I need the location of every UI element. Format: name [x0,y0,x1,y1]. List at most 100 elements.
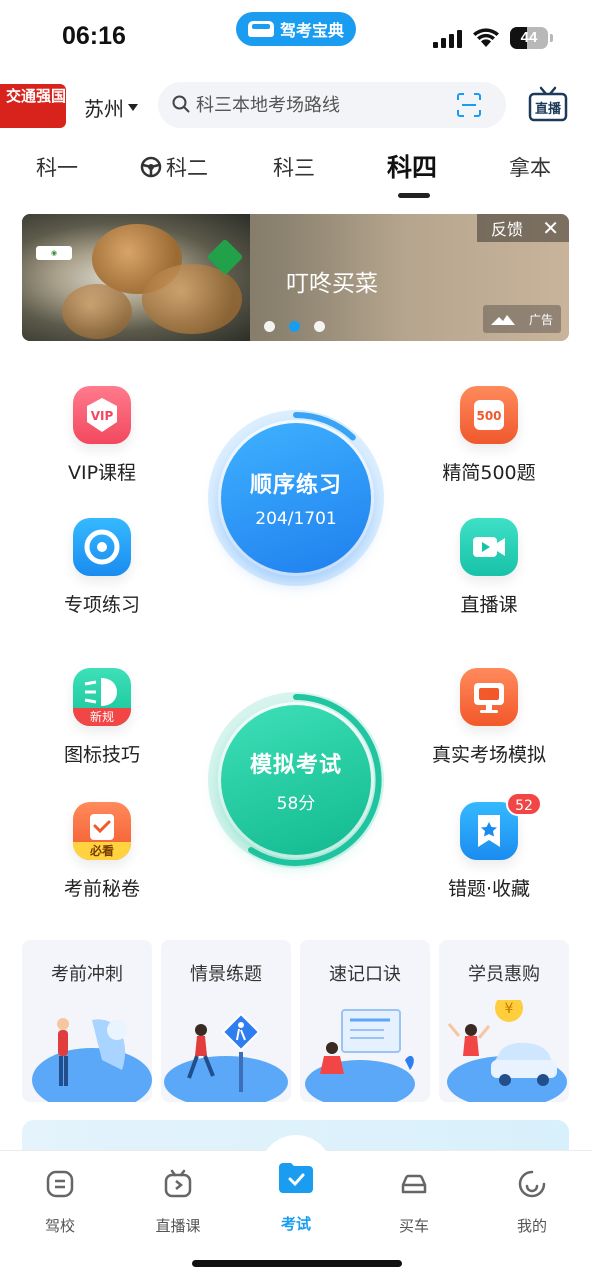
card-title: 考前冲刺 [51,964,123,985]
sprint-illustration [32,1018,152,1102]
tab-ke3[interactable]: 科三 [273,152,315,182]
card-title: 学员惠购 [468,964,540,985]
card-student-discount[interactable]: 学员惠购 ¥ [439,940,569,1102]
scan-icon[interactable] [456,92,482,118]
pagination-dot-active[interactable] [289,321,300,332]
exam-title: 模拟考试 [249,752,342,778]
banner-logo: ◉ [36,246,72,260]
exam-folder-check-icon [279,1163,313,1193]
nav-buy-car[interactable]: 买车 [364,1169,464,1236]
card-scenario-practice[interactable]: 情景练题 [161,940,291,1102]
sequential-practice-button[interactable]: 顺序练习 204/1701 [206,408,386,588]
app-indicator-pill[interactable]: 驾考宝典 [236,12,356,46]
search-input[interactable] [196,82,446,128]
driving-school-icon [46,1170,74,1198]
vip-badge-icon: VIP [73,386,131,444]
subject-tabs: 科一 科二 科三 科四 拿本 [0,140,592,200]
banner-crab-photo: ◉ [22,214,250,341]
new-rule-badge: 新规 [73,708,131,726]
feature-label: 真实考场模拟 [431,744,546,766]
headlight-icon: 新规 [73,668,131,726]
exam-score: 58分 [276,793,316,814]
nav-label: 驾校 [44,1217,75,1235]
city-label: 苏州 [84,97,124,121]
nav-label: 考试 [280,1215,311,1233]
close-icon[interactable]: ✕ [542,216,559,240]
tab-label: 拿本 [509,156,551,180]
status-time: 06:16 [62,22,126,50]
tab-label: 科一 [36,156,78,180]
500-questions-icon: 500 [460,386,518,444]
banner-pagination [264,321,325,332]
tab-ke2[interactable]: 科二 [140,152,208,182]
feature-icon-tips[interactable]: 新规 图标技巧 [32,668,172,767]
feature-zhuanxiang[interactable]: 专项练习 [32,518,172,617]
caret-down-icon [128,104,138,111]
tab-label: 科四 [387,153,438,182]
smile-profile-icon [518,1170,546,1198]
tab-naben[interactable]: 拿本 [509,152,551,182]
card-memory-formula[interactable]: 速记口诀 [300,940,430,1102]
feature-vip-course[interactable]: VIP VIP课程 [32,386,172,485]
ad-label: 广告 [528,312,553,327]
nav-driving-school[interactable]: 驾校 [10,1169,110,1236]
search-bar[interactable] [158,82,506,128]
battery-level: 44 [520,29,538,46]
feature-label: 图标技巧 [63,744,140,766]
practice-title: 顺序练习 [249,473,342,498]
feature-label: VIP课程 [67,462,137,484]
wrong-count-badge: 52 [506,792,542,816]
banner-title: 叮咚买菜 [286,271,378,297]
practice-inner: 顺序练习 204/1701 [221,423,371,573]
nav-exam[interactable]: 考试 [246,1163,346,1234]
search-icon [172,95,190,113]
ad-banner[interactable]: ◉ 叮咚买菜 反馈 ✕ 广告 [22,214,569,341]
battery-icon: 44 [510,27,553,49]
brand-badge[interactable]: 交通强国 [0,84,66,128]
feature-live-course[interactable]: 直播课 [419,518,559,617]
car-icon [247,21,274,37]
wifi-icon [473,28,499,47]
pagination-dot[interactable] [264,321,275,332]
banner-feedback[interactable]: 反馈 ✕ [477,214,569,242]
feature-real-exam-sim[interactable]: 真实考场模拟 [419,668,559,767]
tab-active-indicator [398,193,430,198]
car-discount-illustration: ¥ [447,1000,567,1102]
card-exam-sprint[interactable]: 考前冲刺 [22,940,152,1102]
status-bar: 06:16 驾考宝典 44 [0,0,592,62]
live-icon-label: 直播 [535,101,562,117]
feature-jingjian-500[interactable]: 500 精简500题 [419,386,559,485]
svg-text:¥: ¥ [505,1001,514,1017]
header: 交通强国 苏州 直播 [0,80,592,130]
mountain-logo-icon [491,315,515,325]
city-selector[interactable]: 苏州 [84,93,138,122]
must-see-badge: 必看 [73,842,131,860]
nav-live-course[interactable]: 直播课 [128,1169,228,1236]
svg-text:VIP: VIP [91,409,114,423]
signal-icon [433,30,463,48]
exam-inner: 模拟考试 58分 [221,705,371,855]
car-icon [401,1174,427,1194]
home-indicator[interactable] [192,1260,402,1267]
feature-pre-exam-paper[interactable]: 必看 考前秘卷 [32,802,172,901]
monitor-icon [460,668,518,726]
feature-label: 直播课 [460,594,518,616]
feature-label: 考前秘卷 [63,878,140,900]
tab-ke1[interactable]: 科一 [36,152,78,182]
nav-label: 我的 [516,1217,547,1235]
nav-label: 直播课 [155,1217,201,1235]
mock-exam-button[interactable]: 模拟考试 58分 [206,690,386,870]
ad-tag: 广告 [483,305,561,333]
formula-board-illustration [305,1009,415,1102]
target-icon [73,518,131,576]
feedback-label: 反馈 [491,220,524,239]
live-tv-icon[interactable]: 直播 [528,86,568,124]
video-camera-icon [460,518,518,576]
pagination-dot[interactable] [314,321,325,332]
tab-label: 科三 [273,156,315,180]
feature-wrong-favorites[interactable]: 错题·收藏 [419,802,559,901]
tab-ke4[interactable]: 科四 [387,148,437,184]
nav-mine[interactable]: 我的 [482,1169,582,1236]
steering-wheel-icon [140,156,162,178]
practice-progress: 204/1701 [255,509,337,529]
